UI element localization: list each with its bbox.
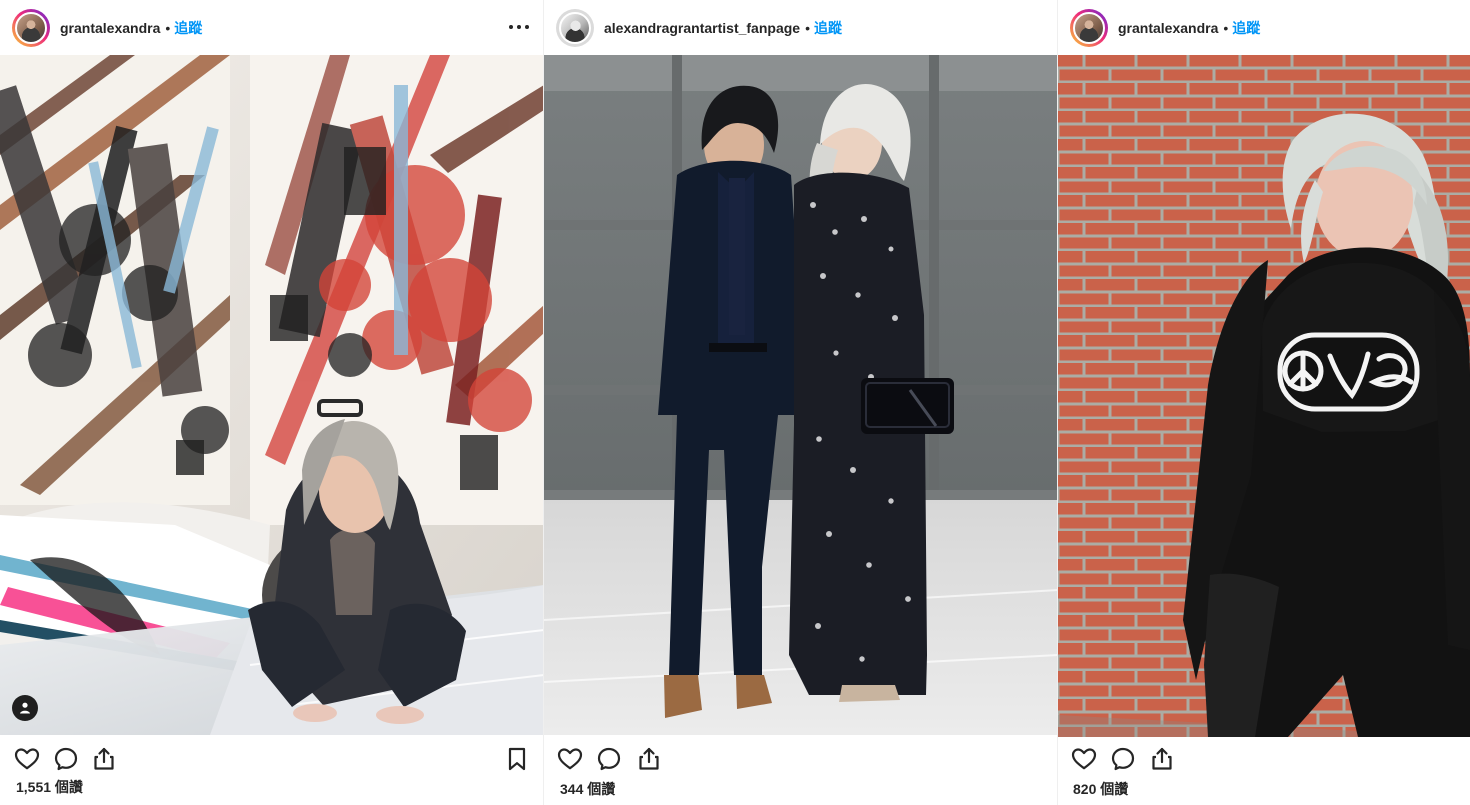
post-card-3: grantalexandra • 追蹤 820 個讚 (1058, 0, 1470, 805)
like-count: 344 個讚 (560, 781, 616, 797)
post-photo[interactable] (1058, 55, 1470, 737)
username-link[interactable]: grantalexandra (60, 20, 160, 36)
post-header: grantalexandra • 追蹤 (0, 0, 544, 55)
share-icon[interactable] (636, 746, 662, 772)
heart-icon[interactable] (1071, 746, 1097, 772)
comment-icon[interactable] (53, 746, 79, 772)
separator-dot: • (805, 19, 810, 36)
comment-icon[interactable] (1110, 746, 1136, 772)
post-actions (1058, 742, 1470, 776)
bookmark-icon[interactable] (504, 746, 530, 772)
post-photo[interactable] (544, 55, 1058, 735)
heart-icon[interactable] (14, 746, 40, 772)
avatar[interactable] (15, 11, 47, 44)
instagram-posts-collage: grantalexandra • 追蹤 1,551 個讚 alexandragr… (0, 0, 1470, 805)
post-actions (0, 742, 544, 776)
follow-button[interactable]: 追蹤 (814, 18, 842, 38)
username-link[interactable]: alexandragrantartist_fanpage (604, 20, 800, 36)
avatar[interactable] (1073, 11, 1105, 44)
post-photo[interactable] (0, 55, 544, 735)
post-header: alexandragrantartist_fanpage • 追蹤 (544, 0, 1058, 55)
separator-dot: • (1223, 19, 1229, 36)
separator-dot: • (165, 19, 171, 36)
avatar[interactable] (559, 11, 591, 44)
like-count: 1,551 個讚 (16, 779, 83, 795)
share-icon[interactable] (1149, 746, 1175, 772)
share-icon[interactable] (91, 746, 117, 772)
profile-avatar-ring[interactable] (556, 8, 594, 47)
post-card-2: alexandragrantartist_fanpage • 追蹤 344 個讚 (544, 0, 1058, 805)
follow-button[interactable]: 追蹤 (1232, 18, 1260, 38)
profile-avatar-ring[interactable] (1070, 8, 1108, 47)
follow-button[interactable]: 追蹤 (174, 18, 202, 38)
post-actions (544, 742, 1058, 776)
more-options-icon[interactable] (506, 14, 532, 40)
comment-icon[interactable] (596, 746, 622, 772)
post-header: grantalexandra • 追蹤 (1058, 0, 1470, 55)
post-card-1: grantalexandra • 追蹤 1,551 個讚 (0, 0, 544, 805)
heart-icon[interactable] (557, 746, 583, 772)
username-link[interactable]: grantalexandra (1118, 20, 1218, 36)
like-count: 820 個讚 (1073, 781, 1129, 797)
user-tag-icon[interactable] (12, 695, 38, 721)
profile-avatar-ring[interactable] (12, 8, 50, 47)
